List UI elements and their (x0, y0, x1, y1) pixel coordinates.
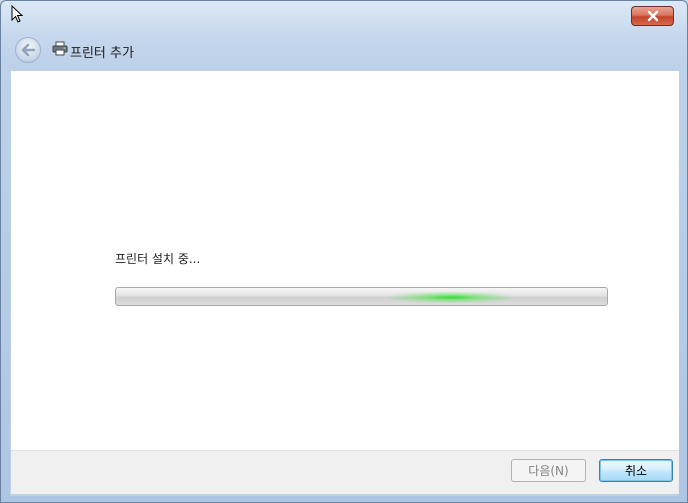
back-arrow-icon (21, 43, 36, 57)
progress-bar (115, 287, 608, 306)
next-button[interactable]: 다음(N) (511, 459, 586, 482)
installation-status-text: 프린터 설치 중... (115, 252, 201, 266)
wizard-footer: 다음(N) 취소 (11, 450, 679, 494)
window-frame-left (1, 71, 10, 502)
title-bar: 프린터 추가 (1, 1, 687, 71)
add-printer-window: 프린터 추가 프린터 설치 중... 다음(N) 취소 (0, 0, 688, 503)
progress-marquee-glow (386, 288, 516, 305)
wizard-content: 프린터 설치 중... (11, 71, 679, 450)
close-button[interactable] (631, 6, 674, 26)
mouse-cursor-icon (11, 4, 24, 27)
back-button[interactable] (15, 37, 41, 63)
window-frame-bottom (1, 496, 687, 502)
close-icon (647, 10, 658, 22)
window-frame-right (678, 71, 687, 502)
window-title: 프린터 추가 (70, 46, 134, 61)
printer-icon (52, 41, 68, 60)
cancel-button[interactable]: 취소 (599, 459, 673, 482)
